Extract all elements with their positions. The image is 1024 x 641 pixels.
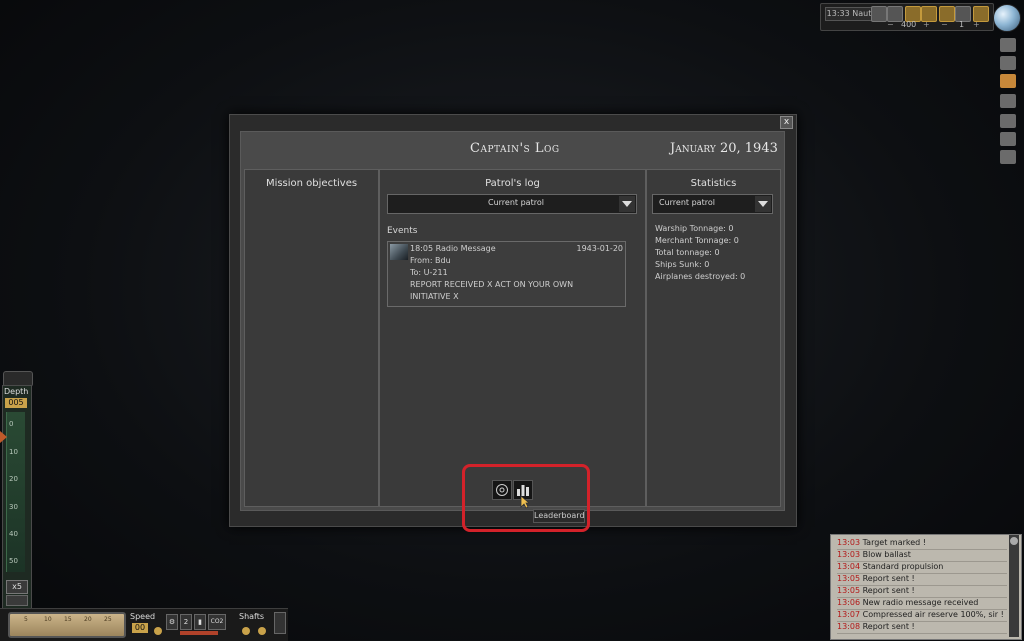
events-label: Events: [387, 226, 418, 236]
depth-zoom-toggle[interactable]: [6, 595, 28, 606]
stat-ships-sunk: Ships Sunk: 0: [655, 260, 710, 269]
heading-tick: 25: [104, 616, 112, 623]
event-body-line1: REPORT RECEIVED X ACT ON YOUR OWN: [410, 280, 574, 289]
engine-order-button[interactable]: ⚙: [166, 614, 178, 630]
message-log-scrollbar[interactable]: [1009, 535, 1019, 637]
game-clock: 13:33 Naut: [825, 7, 873, 21]
heading-dial[interactable]: 5 10 15 20 25: [8, 612, 126, 638]
mission-objectives-panel: Mission objectives: [244, 169, 379, 507]
depth-tick: 40: [9, 530, 18, 538]
message-time: 13:06: [837, 598, 861, 607]
stat-airplanes-destroyed: Airplanes destroyed: 0: [655, 272, 746, 281]
engine-load-bar: [180, 631, 218, 635]
zoom-minus-icon[interactable]: −: [887, 20, 894, 29]
radio-message-icon: [390, 244, 408, 260]
speed-knob[interactable]: [154, 627, 162, 635]
event-title: 18:05 Radio Message: [410, 244, 496, 253]
depth-zoom-button[interactable]: x5: [6, 580, 28, 594]
depth-tick: 0: [9, 420, 14, 428]
compass-station-icon[interactable]: [1000, 38, 1016, 52]
message-text: Report sent !: [862, 586, 915, 595]
cursor-icon: [520, 495, 530, 509]
event-to: To: U-211: [410, 268, 448, 277]
message-text: Report sent !: [862, 574, 915, 583]
statistics-select-value: Current patrol: [659, 198, 715, 207]
damage-station-icon[interactable]: [1000, 132, 1016, 146]
speed-label: Speed: [130, 612, 156, 621]
shaft-left-knob[interactable]: [242, 627, 250, 635]
depth-tick: 30: [9, 503, 18, 511]
statistics-select[interactable]: Current patrol: [652, 194, 773, 214]
time-hud: 13:33 Naut − 400 + − 1 +: [820, 3, 994, 31]
station-toolbar: [998, 32, 1020, 168]
message-text: Target marked !: [862, 538, 926, 547]
message-text: Report sent !: [862, 622, 915, 631]
notebook-station-icon[interactable]: [1000, 150, 1016, 164]
globe-icon[interactable]: [993, 4, 1021, 32]
depth-scale[interactable]: [6, 412, 25, 572]
time-plus-icon[interactable]: +: [973, 20, 980, 29]
close-button[interactable]: x: [780, 116, 793, 129]
patrol-log-header: Patrol's log: [485, 178, 540, 189]
depth-value: 005: [5, 398, 27, 408]
message-time: 13:05: [837, 586, 861, 595]
speed-value: 00: [132, 623, 148, 633]
shafts-label: Shafts: [239, 612, 265, 621]
event-body-line2: INITIATIVE X: [410, 292, 459, 301]
heading-tick: 15: [64, 616, 72, 623]
depth-label: Depth: [4, 387, 29, 396]
patrol-select-value: Current patrol: [488, 198, 544, 207]
message-time: 13:03: [837, 538, 861, 547]
shaft-right-knob[interactable]: [258, 627, 266, 635]
patrol-select[interactable]: Current patrol: [387, 194, 637, 214]
chevron-down-icon[interactable]: [755, 196, 771, 212]
message-text: Standard propulsion: [862, 562, 944, 571]
mission-objectives-header: Mission objectives: [265, 178, 358, 189]
heading-tick: 20: [84, 616, 92, 623]
captain-log-icon[interactable]: [1000, 74, 1016, 88]
depth-tick: 10: [9, 448, 18, 456]
message-text: Compressed air reserve 100%, sir !: [862, 610, 1004, 619]
message-time: 13:08: [837, 622, 861, 631]
chart-station-icon[interactable]: [1000, 94, 1016, 108]
stat-warship-tonnage: Warship Tonnage: 0: [655, 224, 734, 233]
stat-total-tonnage: Total tonnage: 0: [655, 248, 720, 257]
event-from: From: Bdu: [410, 256, 451, 265]
zoom-plus-icon[interactable]: +: [923, 20, 930, 29]
message-item: 13:08 Report sent !: [837, 621, 1007, 634]
depth-marker-icon[interactable]: [0, 431, 7, 443]
map-tool-icon[interactable]: [871, 6, 887, 22]
patrol-log-panel: Patrol's log: [379, 169, 646, 507]
time-minus-icon[interactable]: −: [941, 20, 948, 29]
message-time: 13:04: [837, 562, 861, 571]
stat-merchant-tonnage: Merchant Tonnage: 0: [655, 236, 739, 245]
message-text: New radio message received: [862, 598, 979, 607]
message-text: Blow ballast: [862, 550, 911, 559]
scroll-handle[interactable]: [1010, 537, 1018, 545]
dialog-title: Captain's Log: [470, 141, 560, 156]
chevron-down-icon[interactable]: [619, 196, 635, 212]
depth-tick: 20: [9, 475, 18, 483]
statistics-header: Statistics: [690, 178, 737, 189]
engine-station-icon[interactable]: [1000, 56, 1016, 70]
message-time: 13:05: [837, 574, 861, 583]
heading-tick: 5: [24, 616, 28, 623]
zoom-value: 400: [901, 20, 917, 29]
message-time: 13:07: [837, 610, 861, 619]
time-compression-value: 1: [959, 20, 965, 29]
battery-icon[interactable]: ▮: [194, 614, 206, 630]
heading-tick: 10: [44, 616, 52, 623]
event-date: 1943-01-20: [576, 244, 624, 253]
statistics-panel: Statistics Warship Tonnage: 0 Merchant T…: [646, 169, 781, 507]
depth-tick: 50: [9, 557, 18, 565]
log-date: January 20, 1943: [670, 141, 778, 156]
message-time: 13:03: [837, 550, 861, 559]
event-list[interactable]: 18:05 Radio Message 1943-01-20 From: Bdu…: [387, 241, 626, 307]
co2-indicator[interactable]: CO2: [208, 614, 226, 630]
gear-button[interactable]: 2: [180, 614, 192, 630]
message-log[interactable]: 13:03 Target marked ! 13:03 Blow ballast…: [830, 534, 1022, 640]
crew-station-icon[interactable]: [1000, 114, 1016, 128]
collapse-panel-button[interactable]: [274, 612, 286, 634]
